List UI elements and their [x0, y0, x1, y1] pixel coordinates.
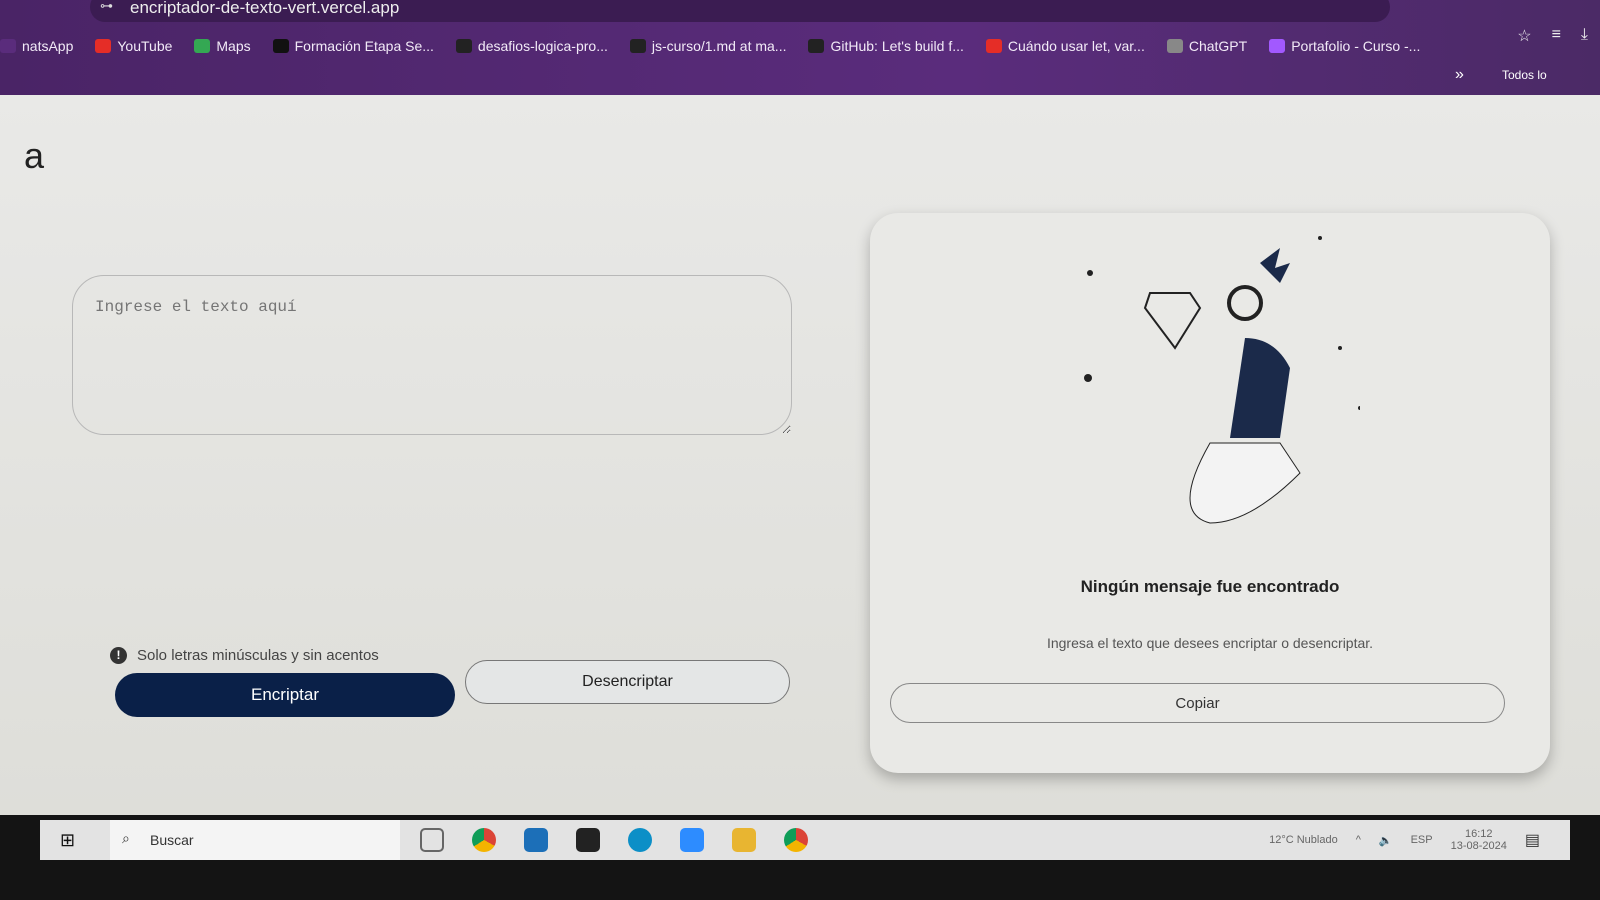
info-icon: ! — [110, 647, 127, 664]
bookmark[interactable]: GitHub: Let's build f... — [808, 38, 964, 54]
volume-icon[interactable]: 🔈 — [1379, 834, 1393, 847]
bookmark-label: Formación Etapa Se... — [294, 38, 434, 54]
store-icon[interactable] — [576, 828, 600, 852]
bookmark-label: ChatGPT — [1188, 38, 1248, 54]
bookmark-favicon-icon — [194, 39, 211, 53]
bookmark-label: desafios-logica-pro... — [477, 38, 608, 54]
taskbar: ⊞ ⌕ Buscar 12°C Nublado ^ 🔈 ESP 16:12 13-0… — [40, 820, 1570, 860]
browser-chrome: ⊶ encriptador-de-texto-vert.vercel.app na… — [0, 0, 1600, 95]
edge-icon[interactable] — [628, 828, 652, 852]
clock[interactable]: 16:12 13-08-2024 — [1451, 828, 1507, 852]
empty-title: Ningún mensaje fue encontrado — [1080, 577, 1340, 596]
windows-start-icon[interactable]: ⊞ — [60, 830, 75, 851]
system-tray: 12°C Nublado ^ 🔈 ESP 16:12 13-08-2024 ▤ — [1269, 828, 1540, 852]
bookmark-favicon-icon — [629, 39, 646, 53]
address-bar[interactable]: ⊶ encriptador-de-texto-vert.vercel.app — [90, 0, 1390, 22]
bookmark[interactable]: natsApp — [0, 38, 73, 54]
chrome-icon[interactable] — [472, 828, 496, 852]
mail-icon[interactable] — [524, 828, 548, 852]
hint-text: Solo letras minúsculas y sin acentos — [137, 647, 379, 664]
decrypt-button[interactable]: Desencriptar — [465, 660, 790, 704]
url-text: encriptador-de-texto-vert.vercel.app — [130, 0, 400, 17]
bookmark-label: Cuándo usar let, var... — [1007, 38, 1145, 54]
bookmark-label: Maps — [216, 38, 251, 54]
weather[interactable]: 12°C Nublado — [1269, 834, 1338, 846]
output-panel: Ningún mensaje fue encontrado Ingresa el… — [870, 213, 1550, 773]
bookmark-label: YouTube — [117, 38, 173, 54]
time: 16:12 — [1464, 828, 1493, 840]
bookmark[interactable]: js-curso/1.md at ma... — [629, 38, 787, 54]
app-page: a !Solo letras minúsculas y sin acentos … — [0, 95, 1600, 815]
bookmark-favicon-icon — [272, 39, 289, 53]
bookmarks-bar: natsApp YouTube Maps Formación Etapa Se... d… — [0, 38, 1420, 54]
chrome-profile-icon[interactable] — [784, 828, 808, 852]
taskbar-search[interactable]: ⌕ Buscar — [110, 820, 400, 860]
bookmark-favicon-icon — [0, 39, 16, 53]
date: 13-08-2024 — [1450, 840, 1507, 852]
bookmark-favicon-icon — [808, 39, 825, 53]
empty-text: Ingresa el texto que desees encriptar o … — [1046, 635, 1374, 651]
bookmark-favicon-icon — [95, 39, 112, 53]
site-info-icon[interactable]: ⊶ — [100, 0, 113, 14]
hint: ! Solo letras minúsculas y sin acentos — [110, 647, 379, 664]
bookmark-label: natsApp — [22, 38, 74, 54]
bookmark[interactable]: Maps — [194, 38, 251, 54]
bookmark-favicon-icon — [1166, 39, 1183, 53]
encrypt-button[interactable]: Encriptar — [115, 673, 455, 717]
download-icon[interactable]: ⤓ — [1581, 26, 1588, 46]
text-input[interactable] — [72, 275, 792, 435]
bookmark-label: Portafolio - Curso -... — [1291, 38, 1421, 54]
notifications-icon[interactable]: ▤ — [1525, 830, 1540, 850]
bookmark[interactable]: YouTube — [95, 38, 172, 54]
copy-button[interactable]: Copiar — [890, 683, 1505, 723]
task-view-icon[interactable] — [420, 828, 444, 852]
bookmark[interactable]: ChatGPT — [1166, 38, 1248, 54]
bookmark[interactable]: Cuándo usar let, var... — [985, 38, 1145, 54]
bookmark[interactable]: Portafolio - Curso -... — [1269, 38, 1420, 54]
bookmark[interactable]: desafios-logica-pro... — [455, 38, 608, 54]
person-with-magnifier-illustration — [1084, 236, 1360, 524]
more-bookmarks-button[interactable]: » — [1455, 66, 1464, 84]
playlist-icon[interactable]: ≡ — [1552, 26, 1561, 46]
bookmark-label: GitHub: Let's build f... — [830, 38, 964, 54]
language[interactable]: ESP — [1411, 834, 1433, 846]
search-label: Buscar — [150, 832, 194, 848]
bookmark-label: js-curso/1.md at ma... — [651, 38, 787, 54]
zoom-icon[interactable] — [680, 828, 704, 852]
logo: a — [24, 135, 45, 176]
star-icon[interactable]: ☆ — [1517, 26, 1531, 46]
bookmark-favicon-icon — [455, 39, 472, 53]
bookmark-favicon-icon — [985, 39, 1002, 53]
search-icon: ⌕ — [122, 830, 130, 846]
bookmark[interactable]: Formación Etapa Se... — [272, 38, 434, 54]
bookmark-favicon-icon — [1269, 39, 1286, 53]
file-explorer-icon[interactable] — [732, 828, 756, 852]
chevron-up-icon[interactable]: ^ — [1356, 834, 1361, 846]
all-bookmarks-folder[interactable]: Todos lo — [1502, 68, 1547, 82]
